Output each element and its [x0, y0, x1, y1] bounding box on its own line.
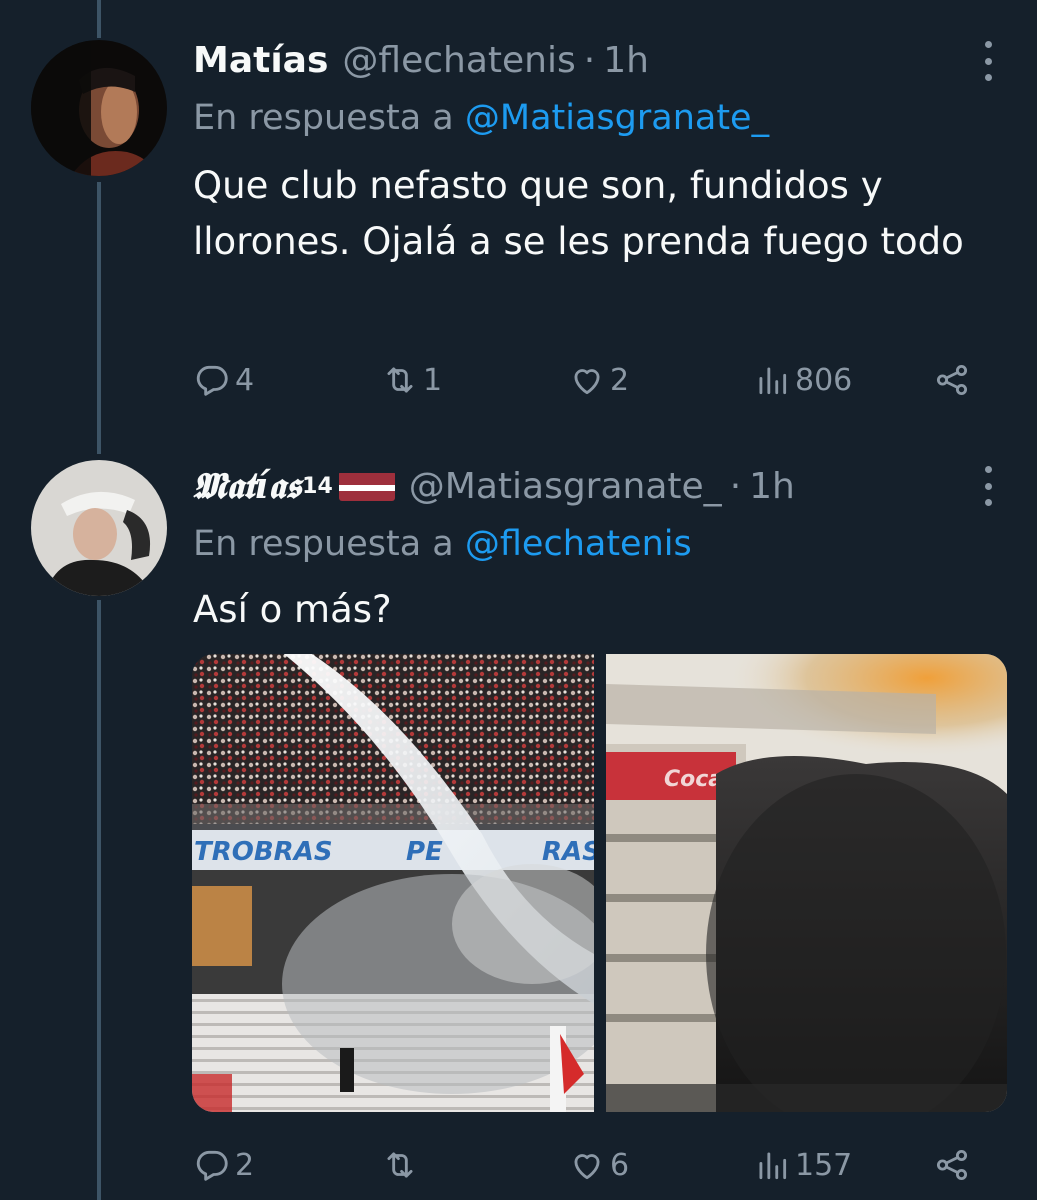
- views-count: 157: [795, 1147, 853, 1183]
- avatar[interactable]: [31, 40, 167, 176]
- banner-text-trobras: TROBRAS: [194, 837, 333, 867]
- retweet-count: 1: [423, 362, 443, 398]
- action-bar: 2 6 157: [193, 1140, 983, 1190]
- more-icon[interactable]: [979, 466, 997, 506]
- banner-text-pe: PE: [406, 837, 443, 867]
- tweet-header: Matías @flechatenis · 1h: [193, 35, 649, 85]
- tweet[interactable]: Matías @flechatenis · 1h En respuesta a …: [0, 0, 1037, 440]
- views-icon: [759, 1152, 787, 1180]
- reply-button[interactable]: 4: [193, 355, 254, 405]
- share-button[interactable]: [933, 1140, 971, 1190]
- timestamp[interactable]: 1h: [749, 466, 795, 507]
- reply-icon: [196, 365, 228, 396]
- reply-context: En respuesta a @flechatenis: [193, 524, 692, 564]
- more-icon[interactable]: [979, 41, 997, 81]
- action-bar: 4 1 2 806: [193, 355, 983, 405]
- share-button[interactable]: [933, 355, 971, 405]
- retweet-icon: [387, 367, 413, 393]
- reply-mention-link[interactable]: @Matiasgranate_: [465, 98, 769, 138]
- banner-text-ras: RAS: [542, 837, 594, 867]
- like-icon: [574, 369, 600, 395]
- reply-icon: [196, 1150, 228, 1181]
- display-name-superscript: 14: [302, 473, 333, 499]
- retweet-button[interactable]: 1: [381, 355, 442, 405]
- reply-prefix: En respuesta a: [193, 524, 454, 564]
- views-button[interactable]: 806: [753, 355, 852, 405]
- like-button[interactable]: 2: [568, 355, 629, 405]
- tweet-header: 𝕸𝖆𝖙í𝖆𝖘 14 @Matiasgranate_ · 1h: [193, 461, 795, 511]
- tweet-text: Que club nefasto que son, fundidos y llo…: [193, 164, 964, 263]
- display-name[interactable]: 𝕸𝖆𝖙í𝖆𝖘: [193, 465, 301, 508]
- reply-mention-link[interactable]: @flechatenis: [465, 524, 692, 564]
- coca-cola-sign-text: Coca: [664, 767, 723, 792]
- tweet-text: Así o más?: [193, 588, 392, 631]
- like-count: 6: [610, 1147, 630, 1183]
- handle[interactable]: @Matiasgranate_: [409, 466, 722, 507]
- timestamp[interactable]: 1h: [603, 40, 649, 81]
- media-grid: TROBRAS PE RAS: [192, 654, 1007, 1112]
- retweet-icon: [387, 1152, 413, 1178]
- reply-prefix: En respuesta a: [193, 98, 454, 138]
- separator-dot: ·: [583, 39, 596, 81]
- avatar[interactable]: [31, 460, 167, 596]
- media-image-stadium-water-cannon[interactable]: TROBRAS PE RAS: [192, 654, 594, 1112]
- views-icon: [759, 367, 787, 395]
- reply-button[interactable]: 2: [193, 1140, 254, 1190]
- retweet-button[interactable]: [381, 1140, 423, 1190]
- like-count: 2: [610, 362, 630, 398]
- media-image-stadium-fire[interactable]: Coca: [606, 654, 1007, 1112]
- like-button[interactable]: 6: [568, 1140, 629, 1190]
- views-count: 806: [795, 362, 853, 398]
- display-name[interactable]: Matías: [193, 40, 328, 81]
- like-icon: [574, 1154, 600, 1180]
- views-button[interactable]: 157: [753, 1140, 852, 1190]
- latvia-flag-icon: [338, 471, 395, 501]
- reply-context: En respuesta a @Matiasgranate_: [193, 98, 769, 138]
- share-icon: [936, 1149, 968, 1181]
- handle[interactable]: @flechatenis: [342, 40, 575, 81]
- separator-dot: ·: [729, 465, 742, 507]
- reply-count: 2: [235, 1147, 255, 1183]
- reply-count: 4: [235, 362, 255, 398]
- share-icon: [936, 364, 968, 396]
